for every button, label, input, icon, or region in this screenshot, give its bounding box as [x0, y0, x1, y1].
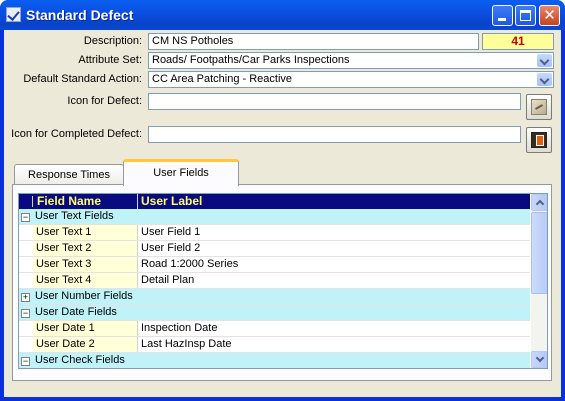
dialog-body: Description: CM NS Potholes 41 Attribute…	[4, 30, 561, 397]
table-row[interactable]: User Text 3 Road 1:2000 Series	[19, 257, 530, 273]
default-action-select[interactable]: CC Area Patching - Reactive	[148, 71, 554, 88]
collapse-icon[interactable]: −	[21, 357, 30, 366]
window-frame: Standard Defect ✕ Description: CM NS Pot…	[0, 0, 565, 401]
collapse-icon[interactable]: −	[21, 309, 30, 318]
field-name-cell: User Text 2	[33, 241, 137, 256]
table-row[interactable]: User Text 1 User Field 1	[19, 225, 530, 241]
user-label-cell[interactable]: Road 1:2000 Series	[137, 257, 530, 272]
group-label: User Text Fields	[35, 210, 114, 222]
maximize-button[interactable]	[515, 5, 536, 26]
minimize-button[interactable]	[492, 5, 513, 26]
group-row[interactable]: − User Text Fields	[19, 209, 530, 225]
table-row[interactable]: User Text 2 User Field 2	[19, 241, 530, 257]
defect-image-icon	[531, 99, 547, 115]
group-row[interactable]: − User Check Fields	[19, 353, 530, 368]
icon-completed-field[interactable]	[148, 126, 521, 143]
icon-defect-label: Icon for Defect:	[67, 95, 142, 107]
group-row[interactable]: − User Date Fields	[19, 305, 530, 321]
user-label-cell[interactable]: User Field 2	[137, 241, 530, 256]
chevron-down-icon[interactable]	[537, 73, 552, 86]
scroll-down-icon[interactable]	[531, 351, 547, 368]
expand-icon[interactable]: +	[21, 293, 30, 302]
table-row[interactable]: User Date 2 Last HazInsp Date	[19, 337, 530, 353]
scroll-up-icon[interactable]	[531, 194, 547, 211]
defect-count-badge: 41	[482, 33, 554, 50]
field-name-cell: User Date 1	[33, 321, 137, 336]
field-name-cell: User Text 1	[33, 225, 137, 240]
field-name-cell: User Text 4	[33, 273, 137, 288]
maximize-icon	[520, 10, 531, 21]
minimize-icon	[498, 18, 506, 21]
group-row[interactable]: + User Number Fields	[19, 289, 530, 305]
scroll-thumb[interactable]	[531, 212, 547, 294]
description-field[interactable]: CM NS Potholes	[148, 33, 479, 50]
collapse-icon[interactable]: −	[21, 213, 30, 222]
description-label: Description:	[83, 35, 142, 47]
user-label-cell[interactable]: Last HazInsp Date	[137, 337, 530, 352]
vertical-scrollbar[interactable]	[531, 194, 547, 368]
icon-completed-button[interactable]	[526, 127, 552, 153]
icon-defect-button[interactable]	[526, 94, 552, 120]
user-label-cell[interactable]: User Field 1	[137, 225, 530, 240]
window-title: Standard Defect	[26, 7, 134, 23]
user-fields-grid[interactable]: Field Name User Label − User Text Fields U…	[18, 193, 548, 369]
table-row[interactable]: User Text 4 Detail Plan	[19, 273, 530, 289]
field-name-cell: User Text 3	[33, 257, 137, 272]
chevron-down-icon[interactable]	[537, 54, 552, 67]
group-label: User Check Fields	[35, 354, 125, 366]
attribute-set-select[interactable]: Roads/ Footpaths/Car Parks Inspections	[148, 52, 554, 69]
checkmark-icon	[6, 7, 21, 22]
tab-user-fields[interactable]: User Fields	[123, 159, 239, 186]
attribute-set-value: Roads/ Footpaths/Car Parks Inspections	[152, 54, 350, 66]
tab-response-times[interactable]: Response Times	[14, 164, 124, 186]
default-action-label: Default Standard Action:	[23, 73, 142, 85]
attribute-set-label: Attribute Set:	[78, 54, 142, 66]
close-icon: ✕	[543, 6, 556, 24]
user-label-cell[interactable]: Inspection Date	[137, 321, 530, 336]
table-row[interactable]: User Date 1 Inspection Date	[19, 321, 530, 337]
field-name-cell: User Date 2	[33, 337, 137, 352]
user-label-cell[interactable]: Detail Plan	[137, 273, 530, 288]
icon-defect-field[interactable]	[148, 93, 521, 110]
icon-completed-label: Icon for Completed Defect:	[11, 128, 142, 140]
completed-image-icon	[531, 132, 547, 148]
close-button[interactable]: ✕	[539, 5, 560, 26]
group-label: User Date Fields	[35, 306, 117, 318]
column-header-field-name[interactable]: Field Name	[34, 194, 138, 209]
group-label: User Number Fields	[35, 290, 133, 302]
tab-panel-user-fields: Field Name User Label − User Text Fields U…	[12, 184, 552, 381]
title-bar[interactable]: Standard Defect ✕	[0, 0, 565, 30]
row-selector-header	[21, 196, 33, 207]
default-action-value: CC Area Patching - Reactive	[152, 73, 293, 85]
column-header-user-label[interactable]: User Label	[138, 194, 530, 209]
grid-header: Field Name User Label	[19, 194, 530, 209]
